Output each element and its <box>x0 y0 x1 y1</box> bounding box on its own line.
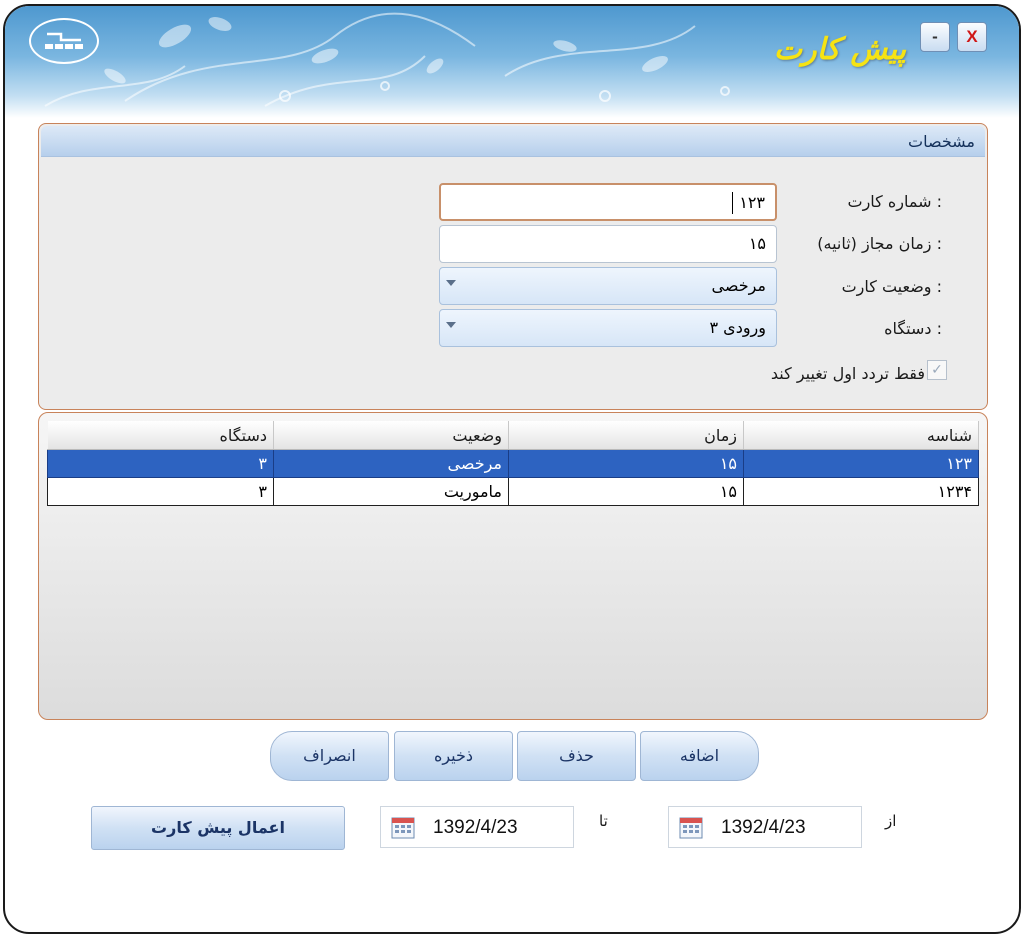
card-number-label: شماره کارت : <box>847 192 943 211</box>
apply-precard-button[interactable]: اعمال پیش کارت <box>91 806 345 850</box>
cell-device[interactable]: ۳ <box>47 449 274 478</box>
text-caret <box>732 192 733 214</box>
cards-grid-panel: شناسه زمان وضعیت دستگاه ۱۲۳ ۱۵ مرخصی ۳ ۱… <box>38 412 988 720</box>
cell-id[interactable]: ۱۲۳۴ <box>743 477 979 506</box>
from-date-label: از <box>885 812 897 830</box>
pishcard-window: پیش کارت - X مشخصات شماره کارت : ۱۲۳ زما… <box>3 4 1021 934</box>
column-header-id[interactable]: شناسه <box>743 421 979 450</box>
from-date-value: 1392/4/23 <box>721 817 806 838</box>
table-header-row: شناسه زمان وضعیت دستگاه <box>47 421 979 450</box>
device-dropdown[interactable]: ورودی ۳ <box>439 309 777 347</box>
cell-time[interactable]: ۱۵ <box>508 449 744 478</box>
card-status-dropdown[interactable]: مرخصی <box>439 267 777 305</box>
details-panel: مشخصات شماره کارت : ۱۲۳ زمان مجاز (ثانیه… <box>38 123 988 410</box>
minimize-button[interactable]: - <box>920 22 950 52</box>
chevron-down-icon[interactable] <box>446 322 456 328</box>
add-button[interactable]: اضافه <box>640 731 759 781</box>
details-panel-title: مشخصات <box>908 132 975 151</box>
device-value: ورودی ۳ <box>709 318 766 337</box>
cell-id[interactable]: ۱۲۳ <box>743 449 979 478</box>
card-number-value: ۱۲۳ <box>739 193 765 212</box>
calendar-icon[interactable] <box>679 815 703 839</box>
save-button[interactable]: ذخیره <box>394 731 513 781</box>
allowed-time-input[interactable]: ۱۵ <box>439 225 777 263</box>
chevron-down-icon[interactable] <box>446 280 456 286</box>
cell-status[interactable]: ماموریت <box>273 477 509 506</box>
details-panel-header: مشخصات <box>41 126 985 157</box>
table-row[interactable]: ۱۲۳۴ ۱۵ ماموریت ۳ <box>47 477 979 506</box>
first-pass-only-label: فقط تردد اول تغییر کند <box>770 364 925 383</box>
first-pass-only-checkbox[interactable]: ✓ <box>927 360 947 380</box>
cell-device[interactable]: ۳ <box>47 477 274 506</box>
delete-button[interactable]: حذف <box>517 731 636 781</box>
column-header-time[interactable]: زمان <box>508 421 744 450</box>
company-logo-icon <box>29 18 99 64</box>
column-header-device[interactable]: دستگاه <box>47 421 274 450</box>
cell-time[interactable]: ۱۵ <box>508 477 744 506</box>
column-header-status[interactable]: وضعیت <box>273 421 509 450</box>
allowed-time-label: زمان مجاز (ثانیه) : <box>817 234 942 253</box>
calendar-icon[interactable] <box>391 815 415 839</box>
table-row-selected[interactable]: ۱۲۳ ۱۵ مرخصی ۳ <box>47 449 979 478</box>
to-date-picker[interactable]: 1392/4/23 <box>380 806 574 848</box>
allowed-time-value: ۱۵ <box>748 234 766 253</box>
close-button[interactable]: X <box>957 22 987 52</box>
card-number-input[interactable]: ۱۲۳ <box>439 183 777 221</box>
card-status-label: وضعیت کارت : <box>841 277 942 296</box>
device-label: دستگاه : <box>884 319 942 338</box>
to-date-label: تا <box>599 812 608 830</box>
cancel-button[interactable]: انصراف <box>270 731 389 781</box>
window-header: پیش کارت - X <box>5 6 1019 118</box>
from-date-picker[interactable]: 1392/4/23 <box>668 806 862 848</box>
window-title: پیش کارت <box>773 32 907 67</box>
to-date-value: 1392/4/23 <box>433 817 518 838</box>
cell-status[interactable]: مرخصی <box>273 449 509 478</box>
card-status-value: مرخصی <box>711 276 767 295</box>
cards-table: شناسه زمان وضعیت دستگاه ۱۲۳ ۱۵ مرخصی ۳ ۱… <box>47 421 979 506</box>
